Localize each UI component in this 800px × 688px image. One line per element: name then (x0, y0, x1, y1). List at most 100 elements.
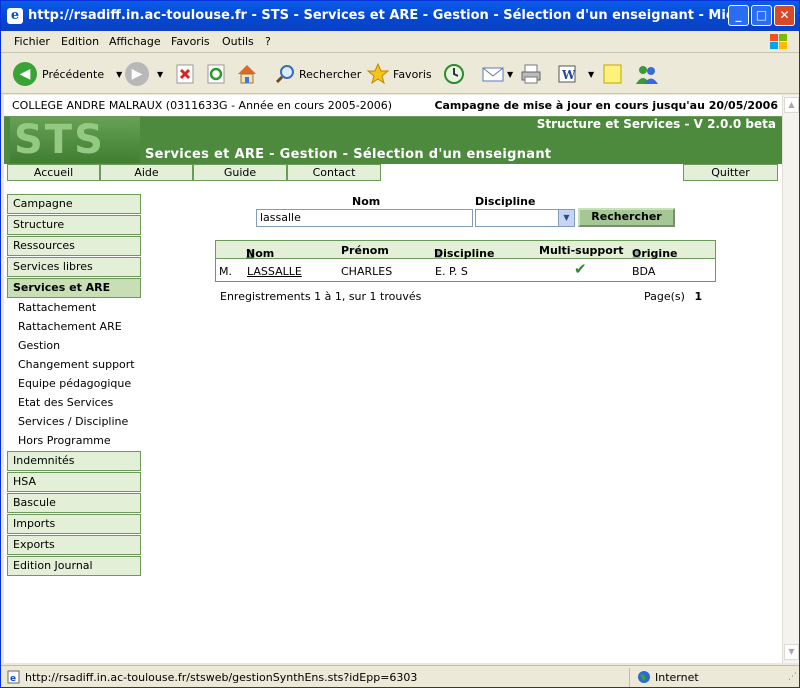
col-origine-label: Origine (632, 247, 678, 260)
page-title: Services et ARE - Gestion - Sélection d'… (145, 147, 552, 162)
nom-label: Nom (352, 195, 381, 208)
sidebar-item-exports[interactable]: Exports (7, 535, 141, 555)
stop-button[interactable] (174, 60, 196, 88)
back-button[interactable]: ◀ Précédente ▼ (13, 60, 122, 88)
edit-button[interactable]: W ▼ (556, 60, 594, 88)
page-number[interactable]: 1 (694, 290, 702, 303)
window-title: http://rsadiff.in.ac-toulouse.fr - STS -… (28, 8, 728, 23)
sidebar-subitem-gestion[interactable]: Gestion (18, 339, 60, 353)
chevron-down-icon[interactable]: ▼ (157, 70, 163, 79)
menu-favoris[interactable]: Favoris (171, 35, 210, 48)
messenger-icon (636, 66, 658, 84)
sidebar-item-imports[interactable]: Imports (7, 514, 141, 534)
status-bar: e http://rsadiff.in.ac-toulouse.fr/stswe… (1, 665, 799, 687)
menu-bar: Fichier Edition Affichage Favoris Outils… (1, 31, 799, 53)
scroll-down-icon[interactable]: ▼ (784, 644, 799, 660)
svg-text:W: W (561, 68, 576, 82)
chevron-down-icon[interactable]: ▼ (116, 70, 122, 79)
sidebar-subitem-rattachement-are[interactable]: Rattachement ARE (18, 320, 122, 334)
resize-grip-icon[interactable]: ⋰ (788, 672, 797, 682)
history-button[interactable] (442, 60, 466, 88)
sts-logo: STS (10, 117, 140, 163)
tab-guide[interactable]: Guide (193, 164, 287, 181)
forward-arrow-icon: ▶ (125, 62, 149, 86)
star-icon (366, 62, 390, 85)
chevron-down-icon[interactable]: ▼ (507, 70, 513, 79)
menu-fichier[interactable]: Fichier (14, 35, 50, 48)
svg-text:e: e (10, 674, 16, 684)
sidebar-item-bascule[interactable]: Bascule (7, 493, 141, 513)
back-label: Précédente (42, 67, 105, 81)
menu-edition[interactable]: Edition (61, 35, 99, 48)
refresh-icon (207, 64, 225, 84)
col-prenom-header: Prénom (341, 244, 389, 257)
scroll-up-icon[interactable]: ▲ (784, 97, 799, 113)
discuss-button[interactable] (602, 60, 624, 88)
teacher-link[interactable]: LASSALLE (247, 265, 302, 278)
maximize-button[interactable]: □ (751, 5, 772, 26)
home-icon (238, 65, 256, 84)
sidebar-item-services-are[interactable]: Services et ARE (7, 278, 141, 298)
sidebar-item-services-libres[interactable]: Services libres (7, 257, 141, 277)
sidebar-item-ressources[interactable]: Ressources (7, 236, 141, 256)
col-nom-label: Nom (246, 247, 275, 260)
mail-icon (482, 67, 504, 82)
print-button[interactable] (519, 60, 543, 88)
globe-icon (638, 671, 650, 683)
sidebar-subitem-hors-programme[interactable]: Hors Programme (18, 434, 111, 448)
browser-window: e http://rsadiff.in.ac-toulouse.fr - STS… (0, 0, 800, 688)
page-icon: e (7, 670, 20, 684)
pages-label: Page(s) (644, 290, 685, 303)
sidebar-subitem-rattachement[interactable]: Rattachement (18, 301, 96, 315)
stop-icon (176, 64, 194, 84)
top-nav: Accueil Aide Guide Contact Quitter (4, 164, 782, 181)
search-icon (275, 65, 294, 84)
search-label: Rechercher (299, 67, 362, 81)
printer-icon (521, 64, 541, 84)
menu-outils[interactable]: Outils (222, 35, 254, 48)
messenger-button[interactable] (634, 60, 660, 88)
results-summary: Enregistrements 1 à 1, sur 1 trouvés (220, 290, 422, 303)
mail-button[interactable]: ▼ (481, 60, 513, 88)
sidebar-subitem-changement-support[interactable]: Changement support (18, 358, 135, 372)
school-name: COLLEGE ANDRE MALRAUX (0311633G - Année … (12, 99, 393, 112)
forward-button[interactable]: ▶ ▼ (125, 60, 163, 88)
nom-input[interactable]: lassalle (256, 209, 473, 227)
vertical-scrollbar[interactable]: ▲ ▼ (782, 95, 799, 663)
quit-button[interactable]: Quitter (683, 164, 778, 181)
windows-logo-icon (770, 34, 787, 49)
minimize-button[interactable]: _ (728, 5, 749, 26)
sidebar-item-edition-journal[interactable]: Edition Journal (7, 556, 141, 576)
tab-accueil[interactable]: Accueil (7, 164, 100, 181)
favorites-button[interactable]: Favoris (366, 60, 432, 88)
app-banner: STS Structure et Services - V 2.0.0 beta… (4, 117, 782, 164)
cell-discipline: E. P. S (435, 265, 468, 278)
sidebar-item-hsa[interactable]: HSA (7, 472, 141, 492)
status-url: http://rsadiff.in.ac-toulouse.fr/stsweb/… (25, 671, 418, 684)
chevron-down-icon[interactable]: ▼ (558, 210, 574, 226)
word-icon: W (558, 65, 576, 83)
close-button[interactable]: ✕ (774, 5, 795, 26)
ie-icon: e (7, 8, 23, 24)
app-version: Structure et Services - V 2.0.0 beta (536, 117, 776, 131)
sidebar-subitem-etat-services[interactable]: Etat des Services (18, 396, 113, 410)
sidebar-item-structure[interactable]: Structure (7, 215, 141, 235)
sidebar-item-indemnites[interactable]: Indemnités (7, 451, 141, 471)
sidebar-subitem-services-discipline[interactable]: Services / Discipline (18, 415, 128, 429)
back-arrow-icon: ◀ (13, 62, 37, 86)
sidebar-item-campagne[interactable]: Campagne (7, 194, 141, 214)
title-bar: e http://rsadiff.in.ac-toulouse.fr - STS… (1, 1, 799, 31)
discipline-select[interactable]: ▼ (475, 209, 575, 227)
tab-aide[interactable]: Aide (100, 164, 193, 181)
tab-contact[interactable]: Contact (287, 164, 381, 181)
sidebar-subitem-equipe-pedagogique[interactable]: Equipe pédagogique (18, 377, 131, 391)
menu-help[interactable]: ? (265, 35, 271, 48)
chevron-down-icon[interactable]: ▼ (588, 70, 594, 79)
menu-affichage[interactable]: Affichage (109, 35, 161, 48)
search-submit-button[interactable]: Rechercher (578, 208, 675, 227)
cell-origine: BDA (632, 265, 656, 278)
refresh-button[interactable] (205, 60, 227, 88)
favorites-label: Favoris (393, 67, 432, 81)
search-button[interactable]: Rechercher (274, 60, 361, 88)
home-button[interactable] (235, 60, 259, 88)
